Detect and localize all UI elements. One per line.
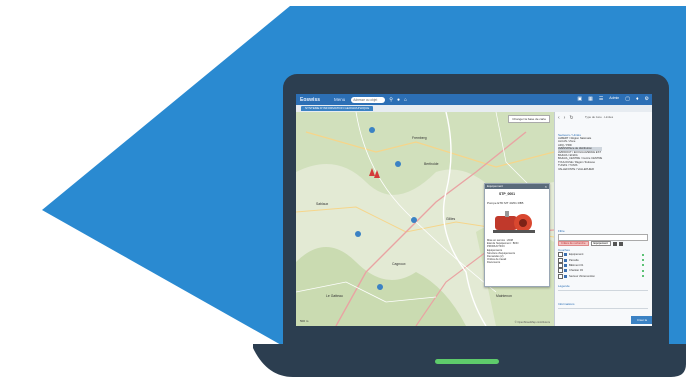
info-section[interactable]: Informations	[558, 302, 575, 306]
layer-list: Equipement Parcelle Bâtiment 01 Chantier…	[558, 252, 644, 279]
map-view[interactable]: Changer la base de carte Fremberg Bertho…	[296, 112, 554, 326]
back-icon[interactable]: ‹	[558, 115, 560, 121]
popup-details: Mise en service : 2008 Etat de l'équipem…	[487, 239, 518, 265]
map-label: Le Gatteau	[326, 294, 343, 298]
pump-image	[493, 211, 535, 233]
divider	[558, 290, 648, 291]
divider	[558, 308, 648, 309]
laptop-base	[253, 344, 686, 377]
app-logo: Eoswiss	[300, 96, 321, 103]
fullscreen-icon[interactable]: ▣	[577, 96, 582, 102]
map-scale: 500 m	[300, 319, 309, 323]
bell-icon[interactable]: ♦	[636, 96, 639, 102]
checkbox[interactable]	[558, 262, 563, 268]
status-dot	[642, 269, 644, 272]
popup-header: Equipement	[485, 184, 549, 189]
sector-list: ALBERT / Région Nationale ALCAN / Zone A…	[558, 137, 603, 171]
refresh-icon[interactable]: ↻	[569, 115, 573, 121]
equipment-popup: Equipement × STP_0001 Pompe ETD MT 40/01…	[484, 183, 550, 287]
filter-type-select[interactable]: Equipement	[590, 241, 611, 246]
layer-symbol-icon	[564, 274, 567, 278]
user-menu[interactable]: Admin	[609, 96, 619, 102]
status-dot	[642, 275, 644, 278]
equipment-id: STP_0001	[499, 192, 516, 196]
settings-icon[interactable]: ⚙	[645, 96, 649, 102]
side-toolbar: ‹ › ↻	[558, 115, 574, 121]
filter-select[interactable]	[558, 234, 648, 241]
layer-symbol-icon	[564, 269, 567, 273]
status-dot	[642, 253, 644, 256]
layer-label: Parcelle	[569, 258, 579, 262]
laptop-screen: Eoswiss Menu Adresse ou objet ⚲ ● ⌂ ▣ ▦ …	[296, 94, 652, 326]
map-copyright: © OpenStreetMap contributors	[514, 321, 550, 324]
map-label: Maintenon	[496, 294, 512, 298]
layer-label: Equipement	[569, 253, 584, 257]
layers-icon[interactable]: ☰	[599, 96, 603, 102]
popup-link[interactable]: Documents	[487, 261, 518, 264]
grid-icon[interactable]: ▦	[588, 96, 593, 102]
layer-label: Chantier 03	[569, 269, 583, 273]
layer-symbol-icon	[564, 263, 567, 267]
status-dot	[642, 264, 644, 267]
filter-label: Filtre	[558, 229, 565, 233]
equipment-code: Pompe ETD MT 40/01 RB5	[487, 201, 524, 205]
side-panel: ‹ › ↻ Type de zone · Limites Secteurs / …	[554, 112, 652, 326]
header-actions: ▣ ▦ ☰ Admin ▢ ♦ ⚙	[577, 96, 649, 102]
tab-gis[interactable]: SYSTEME D'INFORMATION GEOGRAPHIQUE	[301, 106, 374, 111]
clear-filter-icon[interactable]	[618, 241, 623, 246]
filter-tag[interactable]: Critère de recherche	[558, 241, 589, 246]
create-request-button[interactable]: Créer la demande	[631, 316, 652, 324]
zone-type-label: Type de zone · Limites	[585, 115, 614, 119]
layer-label: Bâtiment 01	[569, 263, 584, 267]
forward-icon[interactable]: ›	[564, 115, 566, 121]
checkbox[interactable]	[558, 257, 563, 263]
layer-symbol-icon	[564, 253, 567, 257]
checkbox[interactable]	[558, 252, 563, 258]
location-icon[interactable]: ●	[397, 97, 400, 103]
layer-item[interactable]: Secteur d'intervention	[558, 273, 644, 279]
app-header: Eoswiss Menu Adresse ou objet ⚲ ● ⌂ ▣ ▦ …	[296, 94, 652, 105]
legend-section[interactable]: Légende	[558, 284, 570, 288]
status-dot	[642, 259, 644, 262]
map-label: Fremberg	[412, 136, 427, 140]
filter-row: Critère de recherche Equipement	[558, 241, 623, 246]
search-icon[interactable]: ⚲	[389, 97, 393, 103]
map-label: Cagnoux	[392, 262, 406, 266]
map-label: Gillies	[446, 217, 456, 221]
window-icon[interactable]: ▢	[625, 96, 630, 102]
close-icon[interactable]: ×	[545, 184, 547, 189]
checkbox[interactable]	[558, 273, 563, 279]
list-item[interactable]: VALLEFONTE / VALLEPHIER	[558, 168, 602, 171]
map-label: Sablaux	[316, 202, 329, 206]
layer-label: Secteur d'intervention	[569, 274, 595, 278]
checkbox[interactable]	[558, 268, 563, 274]
add-filter-icon[interactable]	[612, 241, 617, 246]
map-label: Bertholde	[424, 162, 439, 166]
menu-button[interactable]: Menu	[334, 97, 345, 102]
layer-symbol-icon	[564, 258, 567, 262]
search-input[interactable]: Adresse ou objet	[351, 96, 386, 103]
home-icon[interactable]: ⌂	[404, 97, 407, 103]
basemap-button[interactable]: Changer la base de carte	[508, 115, 550, 123]
